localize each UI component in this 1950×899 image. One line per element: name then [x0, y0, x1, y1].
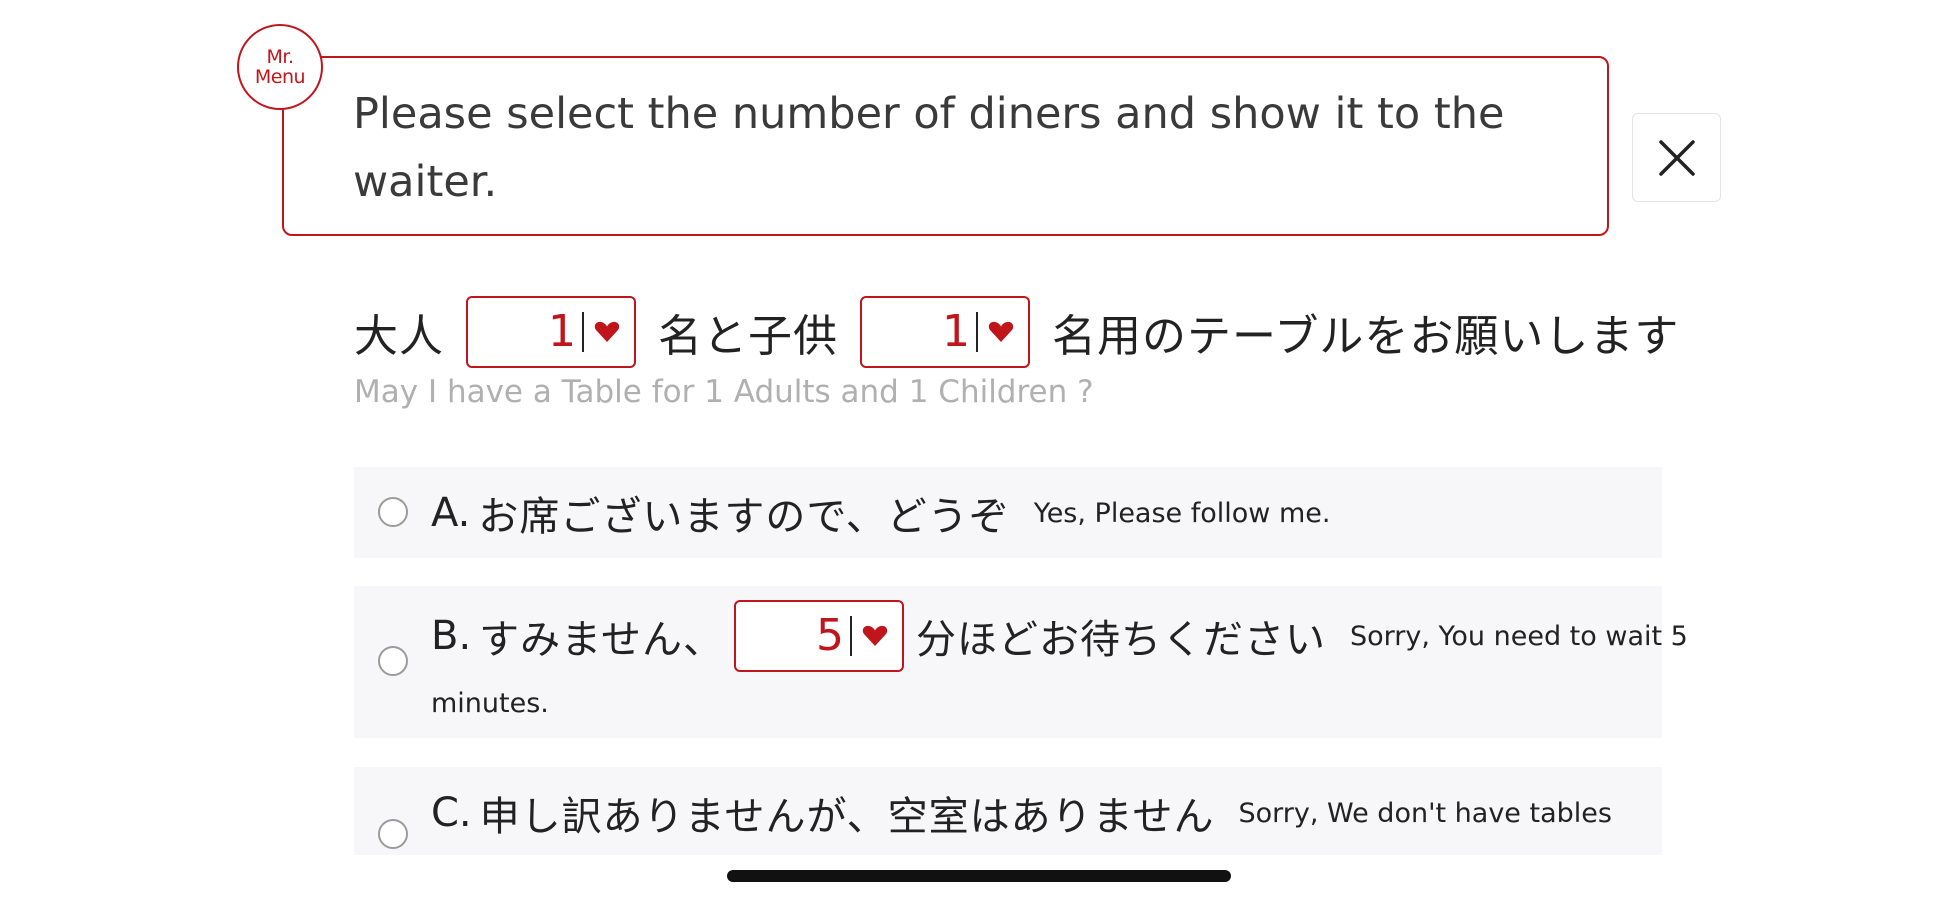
mr-menu-logo: Mr. Menu: [237, 24, 323, 110]
suffix-label: 名用のテーブルをお願いします: [1052, 311, 1680, 362]
child-count-value: 1: [942, 306, 970, 357]
option-a-english: Yes, Please follow me.: [1033, 497, 1331, 529]
stepper-divider: [849, 616, 852, 656]
stepper-divider: [976, 312, 978, 352]
logo-line-2: Menu: [254, 66, 306, 88]
option-b-japanese-after: 分ほどお待ちください: [915, 617, 1326, 663]
option-b-content: B. すみません、 5 分ほどお待ちください Sorry, You need t…: [431, 600, 1688, 672]
wait-minutes-stepper[interactable]: 5: [733, 600, 904, 672]
option-a-content: A. お席ございますので、どうぞ Yes, Please follow me.: [431, 483, 1330, 543]
option-b-english: Sorry, You need to wait 5: [1349, 620, 1688, 652]
close-icon: [1658, 139, 1695, 176]
instruction-text: Please select the number of diners and s…: [353, 89, 1505, 207]
option-b-english-continued: minutes.: [431, 688, 549, 719]
option-b-japanese-before: すみません、: [479, 617, 724, 663]
option-a-japanese: お席ございますので、どうぞ: [478, 494, 1010, 540]
wait-minutes-value: 5: [815, 610, 844, 661]
option-a-radio[interactable]: [378, 497, 408, 527]
adult-count-stepper[interactable]: 1: [466, 296, 636, 368]
request-translation: May I have a Table for 1 Adults and 1 Ch…: [354, 374, 1094, 410]
heart-dropdown-icon: [862, 625, 888, 646]
option-c-content: C. 申し訳ありませんが、空室はありません Sorry, We don't ha…: [431, 783, 1612, 843]
stepper-divider: [582, 312, 584, 352]
heart-dropdown-icon: [988, 321, 1014, 342]
instruction-bubble: Please select the number of diners and s…: [282, 56, 1609, 236]
close-button[interactable]: [1632, 113, 1721, 202]
table-request-row: 大人 1 名と子供 1 名用のテーブルをお願いします: [354, 296, 1679, 368]
child-count-stepper[interactable]: 1: [860, 296, 1030, 368]
option-b-radio[interactable]: [378, 646, 408, 676]
heart-dropdown-icon: [594, 321, 620, 342]
adult-label: 大人: [354, 311, 444, 362]
logo-line-1: Mr.: [266, 46, 295, 68]
adult-count-value: 1: [548, 306, 576, 357]
option-c-letter: C.: [431, 790, 472, 836]
option-b-letter: B.: [431, 613, 472, 659]
option-a[interactable]: A. お席ございますので、どうぞ Yes, Please follow me.: [354, 467, 1662, 558]
diner-selection-screen: Mr. Menu Please select the number of din…: [0, 0, 1950, 899]
option-b[interactable]: B. すみません、 5 分ほどお待ちください Sorry, You need t…: [354, 586, 1688, 738]
option-c[interactable]: C. 申し訳ありませんが、空室はありません Sorry, We don't ha…: [354, 767, 1662, 855]
option-a-letter: A.: [431, 490, 471, 536]
home-indicator[interactable]: [727, 870, 1231, 882]
option-c-radio[interactable]: [378, 819, 408, 849]
option-c-japanese: 申し訳ありませんが、空室はありません: [479, 794, 1215, 840]
middle-label: 名と子供: [658, 311, 838, 362]
option-c-english: Sorry, We don't have tables: [1238, 797, 1612, 829]
